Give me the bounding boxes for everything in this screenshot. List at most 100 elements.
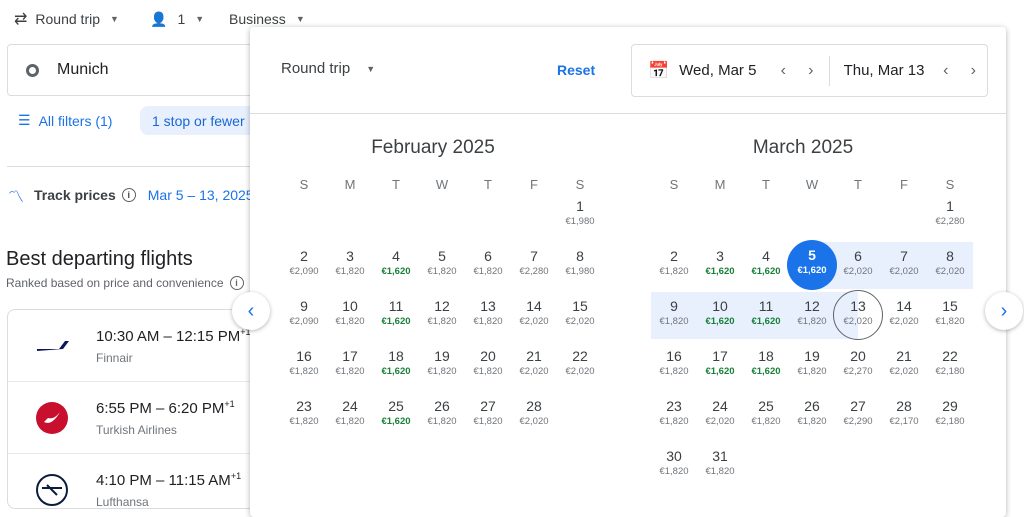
calendar-day[interactable]: 24 €2,020	[697, 394, 743, 440]
calendar-day[interactable]: 17 €1,620	[697, 344, 743, 390]
calendar-day[interactable]: 14 €2,020	[881, 294, 927, 340]
calendar-day[interactable]: 4 €1,620	[373, 244, 419, 290]
calendar-day[interactable]: 21 €2,020	[881, 344, 927, 390]
calendar-day[interactable]: 28 €2,170	[881, 394, 927, 440]
passengers-select[interactable]: 👤 1 ▼	[150, 8, 204, 30]
origin-input[interactable]: Munich	[7, 44, 267, 96]
day-number: 10	[712, 298, 728, 314]
depart-next-icon[interactable]: ›	[797, 62, 825, 80]
calendar-day[interactable]: 15 €2,020	[557, 294, 603, 340]
day-price: €1,820	[473, 316, 503, 327]
calendar-day[interactable]: 5 €1,820	[419, 244, 465, 290]
calendar-day[interactable]: 10 €1,820	[327, 294, 373, 340]
calendar-day[interactable]: 25 €1,820	[743, 394, 789, 440]
calendar-day[interactable]: 26 €1,820	[789, 394, 835, 440]
calendar-day[interactable]: 4 €1,620	[743, 244, 789, 290]
day-number: 14	[526, 298, 542, 314]
calendar-day[interactable]: 3 €1,820	[327, 244, 373, 290]
calendar-day[interactable]: 11 €1,620	[373, 294, 419, 340]
date-picker-dialog: Round trip ▼ Reset 📅 Wed, Mar 5 ‹ › Thu, M…	[250, 27, 1006, 517]
day-price: €1,820	[797, 366, 827, 377]
day-price: €1,820	[289, 366, 319, 377]
calendar-day[interactable]: 8 €2,020	[927, 244, 973, 290]
calendar-day[interactable]: 16 €1,820	[281, 344, 327, 390]
calendar-day[interactable]: 28 €2,020	[511, 394, 557, 440]
calendar-day[interactable]: 9 €1,820	[651, 294, 697, 340]
calendar-day[interactable]: 1 €1,980	[557, 194, 603, 240]
caret-down-icon: ▼	[295, 14, 305, 24]
calendar-day[interactable]: 7 €2,020	[881, 244, 927, 290]
filter-sliders-icon: ☰	[18, 112, 31, 128]
calendar-day[interactable]: 14 €2,020	[511, 294, 557, 340]
day-number: 19	[804, 348, 820, 364]
trip-type-select[interactable]: ⇄ Round trip ▼	[14, 8, 119, 30]
day-number: 14	[896, 298, 912, 314]
calendar-day[interactable]: 17 €1,820	[327, 344, 373, 390]
day-number: 2	[300, 248, 308, 264]
day-number: 13	[850, 298, 866, 314]
calendar-day[interactable]: 23 €1,820	[651, 394, 697, 440]
calendar-day[interactable]: 23 €1,820	[281, 394, 327, 440]
calendar-day[interactable]: 6 €2,020	[835, 244, 881, 290]
flight-row[interactable]: 4:10 PM – 11:15 AM+1 Lufthansa	[8, 454, 276, 508]
selected-depart-day[interactable]: 5 €1,620	[787, 240, 837, 290]
selected-return-day[interactable]: 13 €2,020	[833, 290, 883, 340]
day-number: 24	[342, 398, 358, 414]
return-date-input[interactable]: Thu, Mar 13	[844, 62, 932, 79]
calendar-day[interactable]: 27 €2,290	[835, 394, 881, 440]
calendar-day[interactable]: 21 €2,020	[511, 344, 557, 390]
day-number: 5	[808, 247, 816, 263]
calendar-day[interactable]: 2 €2,090	[281, 244, 327, 290]
calendar-day[interactable]: 24 €1,820	[327, 394, 373, 440]
calendar-day[interactable]: 26 €1,820	[419, 394, 465, 440]
depart-date-input[interactable]: Wed, Mar 5	[679, 62, 769, 79]
weekday-label: M	[714, 177, 726, 192]
calendar-day[interactable]: 29 €2,180	[927, 394, 973, 440]
reset-button[interactable]: Reset	[557, 62, 595, 78]
calendar-day[interactable]: 6 €1,820	[465, 244, 511, 290]
day-price: €1,820	[335, 316, 365, 327]
calendar-day[interactable]: 11 €1,620	[743, 294, 789, 340]
calendar-day[interactable]: 9 €2,090	[281, 294, 327, 340]
day-number: 16	[666, 348, 682, 364]
depart-prev-icon[interactable]: ‹	[770, 62, 798, 80]
info-icon[interactable]: i	[229, 276, 244, 290]
calendar-day[interactable]: 22 €2,180	[927, 344, 973, 390]
day-price: €1,620	[381, 416, 411, 427]
day-number: 20	[480, 348, 496, 364]
calendar-day[interactable]: 19 €1,820	[789, 344, 835, 390]
picker-trip-type-select[interactable]: Round trip ▼	[281, 60, 375, 77]
return-next-icon[interactable]: ›	[960, 62, 988, 80]
stops-chip-label: 1 stop or fewer	[152, 112, 245, 129]
calendar-day[interactable]: 27 €1,820	[465, 394, 511, 440]
calendar-day[interactable]: 7 €2,280	[511, 244, 557, 290]
calendar-day[interactable]: 18 €1,620	[743, 344, 789, 390]
calendar-day[interactable]: 10 €1,620	[697, 294, 743, 340]
calendar-day[interactable]: 22 €2,020	[557, 344, 603, 390]
info-icon[interactable]: i	[121, 188, 136, 202]
calendar-day[interactable]: 8 €1,980	[557, 244, 603, 290]
calendar-day[interactable]: 20 €1,820	[465, 344, 511, 390]
flight-times: 10:30 AM – 12:15 PM+1	[96, 327, 251, 345]
calendar-day[interactable]: 19 €1,820	[419, 344, 465, 390]
calendar-day[interactable]: 15 €1,820	[927, 294, 973, 340]
next-month-button[interactable]: ›	[985, 292, 1023, 330]
calendar-day[interactable]: 3 €1,620	[697, 244, 743, 290]
calendar-day[interactable]: 20 €2,270	[835, 344, 881, 390]
calendar-day[interactable]: 18 €1,620	[373, 344, 419, 390]
prev-month-button[interactable]: ‹	[232, 292, 270, 330]
day-price: €1,820	[427, 416, 457, 427]
calendar-day[interactable]: 16 €1,820	[651, 344, 697, 390]
return-prev-icon[interactable]: ‹	[932, 62, 960, 80]
calendar-day[interactable]: 31 €1,820	[697, 444, 743, 490]
flight-row[interactable]: 6:55 PM – 6:20 PM+1 Turkish Airlines	[8, 382, 276, 454]
calendar-day[interactable]: 30 €1,820	[651, 444, 697, 490]
calendar-day[interactable]: 12 €1,820	[789, 294, 835, 340]
calendar-day[interactable]: 12 €1,820	[419, 294, 465, 340]
day-price: €1,620	[381, 366, 411, 377]
calendar-day[interactable]: 25 €1,620	[373, 394, 419, 440]
calendar-day[interactable]: 1 €2,280	[927, 194, 973, 240]
calendar-day[interactable]: 2 €1,820	[651, 244, 697, 290]
all-filters-button[interactable]: ☰ All filters (1)	[18, 106, 112, 135]
calendar-day[interactable]: 13 €1,820	[465, 294, 511, 340]
